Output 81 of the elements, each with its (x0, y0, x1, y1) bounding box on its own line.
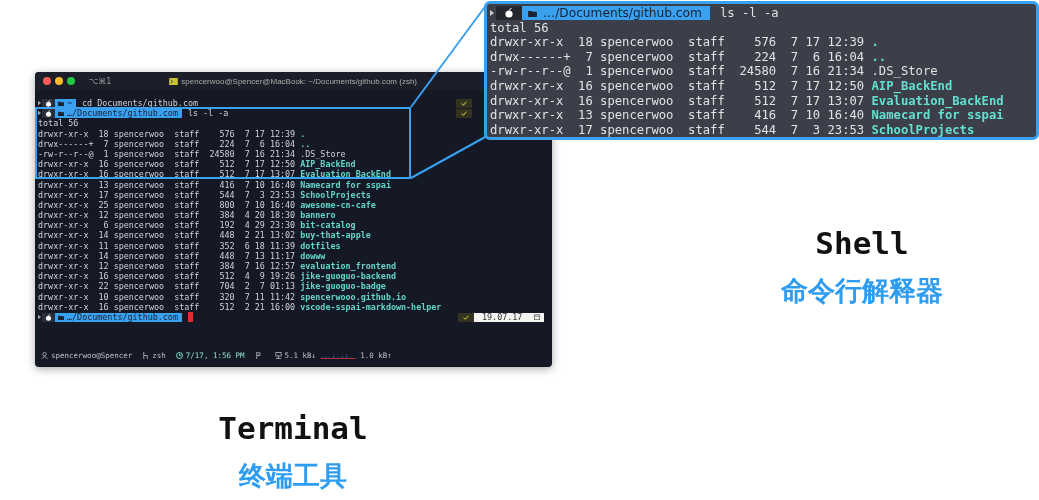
text-cursor (187, 312, 193, 323)
file-name: AIP_BackEnd (300, 159, 356, 170)
terminal-icon (169, 77, 179, 85)
file-info: drwxr-xr-x 13 spencerwoo staff 416 7 10 16:40 (38, 179, 296, 190)
command-text: ls -l -a (187, 108, 229, 119)
file-name: Evaluation_BackEnd (871, 93, 1004, 109)
file-info: drwxr-xr-x 17 spencerwoo staff 544 7 3 23:53 (490, 122, 865, 138)
file-info: drwxr-xr-x 16 spencerwoo staff 512 2 21 16:00 (38, 301, 296, 312)
path-text: …/Documents/github.com (67, 108, 178, 119)
folder-icon (58, 314, 64, 320)
label-subtitle: 命令行解释器 (781, 275, 943, 307)
file-info: drwxr-xr-x 12 spencerwoo staff 384 4 20 18:30 (38, 210, 296, 221)
file-name: Namecard for sspai (300, 179, 391, 190)
minimize-button[interactable] (55, 77, 63, 85)
command-text: ls -l -a (719, 6, 779, 21)
file-name: .DS_Store (871, 64, 938, 79)
check-icon (463, 314, 469, 320)
file-info: drwxr-xr-x 14 spencerwoo staff 448 7 13 11:17 (38, 250, 296, 261)
file-name: vscode-sspai-markdown-helper (300, 301, 442, 312)
flag-icon (254, 351, 262, 359)
file-info: drwxr-xr-x 18 spencerwoo staff 576 7 17 12:39 (38, 128, 296, 139)
label-title: Terminal (218, 410, 368, 446)
path-text: …/Documents/github.com (543, 6, 702, 21)
file-info: -rw-r--r--@ 1 spencerwoo staff 24580 7 16 21:34 (38, 148, 296, 160)
file-info: drwxr-xr-x 16 spencerwoo staff 512 7 17 12:50 (38, 159, 296, 170)
calendar-icon (534, 314, 540, 321)
file-name: SchoolProjects (871, 122, 975, 138)
file-info: drwxr-xr-x 25 spencerwoo staff 800 7 10 16:40 (38, 199, 296, 211)
file-name: bit-catalog (300, 220, 356, 231)
file-name: buy-that-apple (300, 230, 371, 241)
file-name: .DS_Store (300, 148, 346, 160)
file-info: drwxr-xr-x 12 spencerwoo staff 384 7 16 12:57 (38, 261, 296, 272)
file-info: drwxr-xr-x 11 spencerwoo staff 352 6 18 11:39 (38, 240, 296, 251)
file-info: drwxr-xr-x 22 spencerwoo staff 704 2 7 01:13 (38, 281, 296, 292)
file-info: drwxr-xr-x 6 spencerwoo staff 192 4 29 23:30 (38, 220, 296, 231)
zoom-button[interactable] (67, 77, 75, 85)
file-name: bannero (300, 210, 336, 221)
apple-icon (504, 8, 514, 19)
file-name: dowww (300, 250, 326, 261)
file-name: dotfiles (300, 240, 341, 251)
file-name: .. (871, 49, 887, 65)
file-name: evaluation_frontend (300, 261, 396, 272)
file-info: drwx------+ 7 spencerwoo staff 224 7 6 16:04 (490, 49, 865, 65)
file-name: jike-guoguo-backend (300, 271, 396, 282)
file-info: drwxr-xr-x 16 spencerwoo staff 512 7 17 12:50 (490, 78, 865, 94)
file-info: drwxr-xr-x 16 spencerwoo staff 512 7 17 13:07 (38, 169, 296, 180)
output-text: total 56 (38, 118, 79, 129)
file-name: Namecard for sspai (871, 108, 1004, 123)
label-subtitle: 终端工具 (239, 460, 347, 492)
file-info: drwxr-xr-x 14 spencerwoo staff 448 2 21 13:02 (38, 230, 296, 241)
output-text: total 56 (490, 20, 549, 36)
tab-shortcut: ⌥⌘1 (89, 76, 112, 86)
file-name: .. (300, 138, 311, 149)
command-text: cd Documents/github.com (82, 98, 199, 109)
file-name: spencerwooo.github.io (300, 291, 407, 302)
file-name: awesome-cn-cafe (300, 199, 376, 211)
date-text: 19.07.17 (482, 311, 523, 323)
person-icon (41, 351, 48, 359)
file-info: drwxr-xr-x 16 spencerwoo staff 512 7 17 13:07 (490, 93, 865, 109)
file-name: jike-guoguo-badge (300, 281, 386, 292)
folder-icon (528, 9, 537, 17)
file-info: drwxr-xr-x 13 spencerwoo staff 416 7 10 16:40 (490, 108, 865, 123)
file-info: -rw-r--r--@ 1 spencerwoo staff 24580 7 16 21:34 (490, 64, 865, 79)
file-info: drwxr-xr-x 16 spencerwoo staff 512 4 9 19:26 (38, 271, 296, 282)
path-text: …/Documents/github.com (67, 311, 178, 323)
close-button[interactable] (43, 77, 51, 85)
window-title: spencerwoo@Spencer@MacBook: ~/Documents/github.com (zsh) (181, 76, 417, 86)
file-info: drwxr-xr-x 10 spencerwoo staff 320 7 11 11:42 (38, 291, 296, 302)
file-info: drwxr-xr-x 18 spencerwoo staff 576 7 17 12:39 (490, 35, 865, 50)
network-icon (274, 351, 282, 359)
clock-icon (175, 351, 183, 359)
caret-icon (490, 9, 494, 18)
path-text: ~ (67, 98, 73, 109)
file-name: . (871, 35, 879, 50)
file-name: AIP_BackEnd (871, 78, 953, 94)
file-name: SchoolProjects (300, 189, 371, 200)
file-name: Evaluation_BackEnd (300, 169, 391, 180)
file-info: drwxr-xr-x 17 spencerwoo staff 544 7 3 23:53 (38, 189, 296, 200)
label-title: Shell (815, 225, 909, 261)
file-info: drwx------+ 7 spencerwoo staff 224 7 6 16:04 (38, 138, 296, 149)
file-name: . (300, 128, 306, 139)
